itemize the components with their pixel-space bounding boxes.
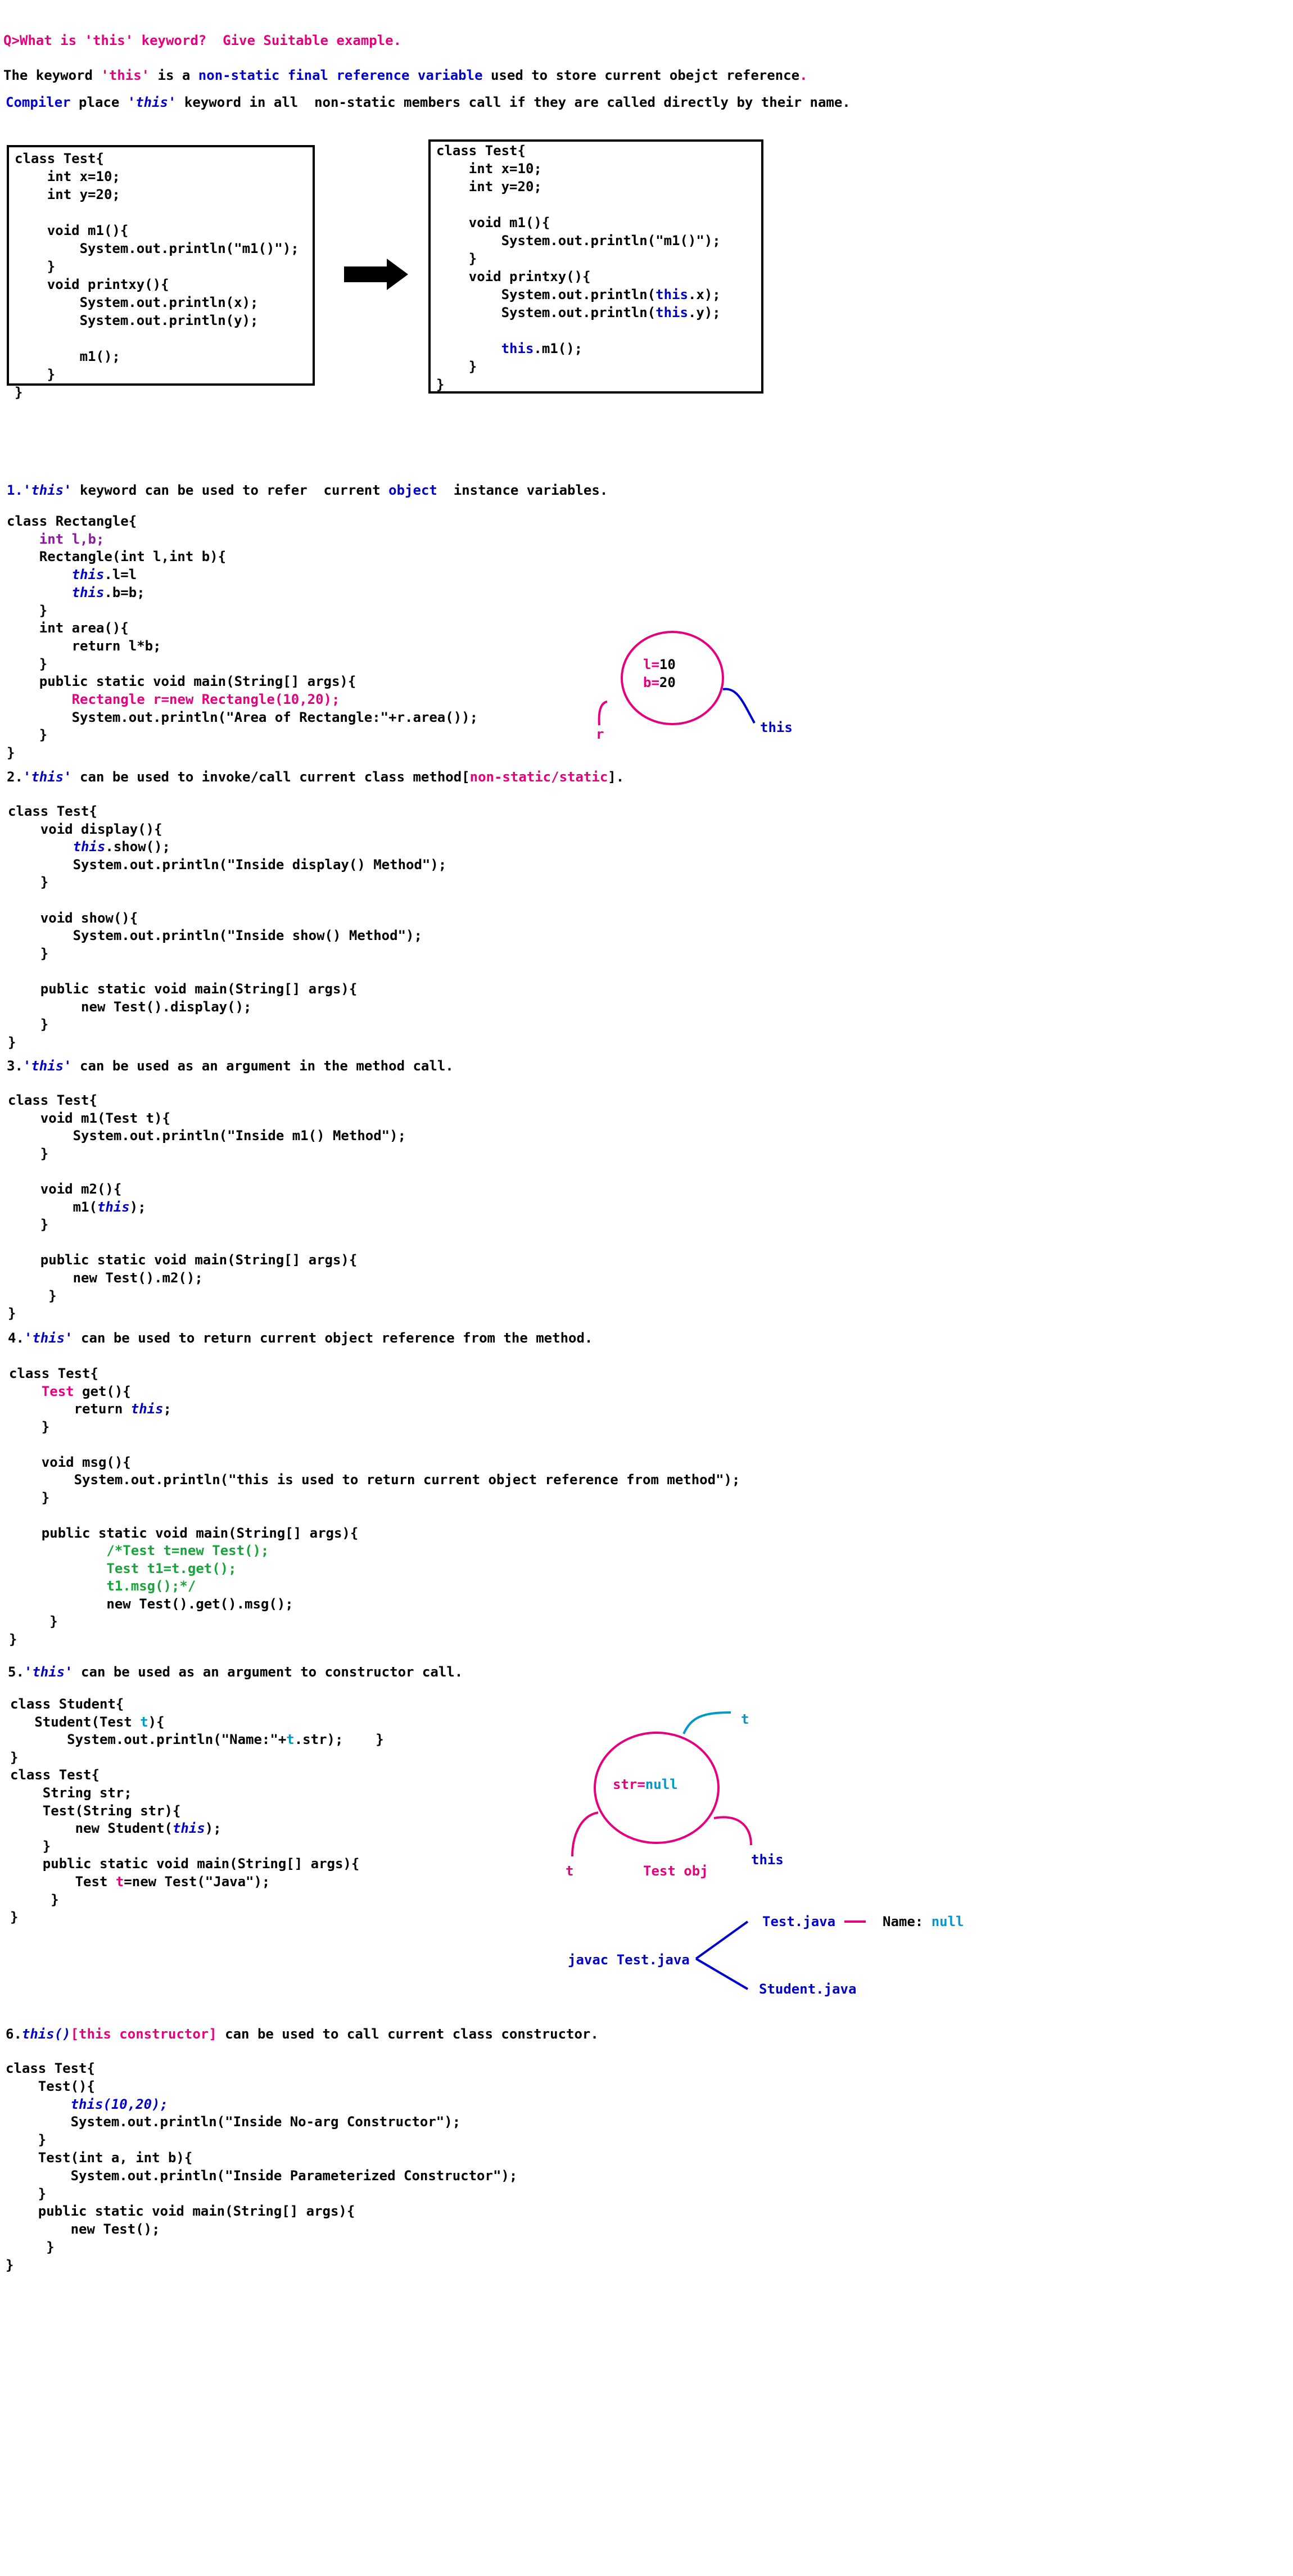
this-label: this [760,720,793,735]
test-obj-label: Test obj [643,1863,708,1879]
name-null-output: Name: null [883,1914,964,1929]
branch-to-student-java [695,1958,749,1990]
section-1-heading: 1.'this' keyword can be used to refer cu… [7,482,608,498]
str-null-label: str=null [613,1777,678,1792]
student-java-label: Student.java [759,1981,857,1997]
r-label: r [596,726,604,742]
section-6-heading: 6.this()[this constructor] can be used t… [6,2026,599,2042]
section-2-code: class Test{ void display(){ this.show();… [8,803,447,1050]
field-b-value: b=20 [643,675,676,690]
javac-command: javac Test.java [568,1952,690,1968]
code-after: class Test{ int x=10; int y=20; void m1(… [436,143,721,392]
section-5-code: class Student{ Student(Test t){ System.o… [10,1696,384,1926]
test-java-label: Test.java [762,1914,836,1929]
r-reference-line [598,701,608,726]
section-1-code: class Rectangle{ int l,b; Rectangle(int … [7,513,478,761]
t-top-line [682,1711,731,1734]
t-top-label: t [741,1711,749,1727]
section-4-code: class Test{ Test get(){ return this; } v… [9,1366,740,1647]
this-label-s5: this [751,1852,784,1868]
t-bottom-label: t [566,1863,574,1879]
field-l-value: l=10 [643,657,676,672]
section-6-code: class Test{ Test(){ this(10,20); System.… [6,2060,518,2273]
right-arrow-icon [344,259,408,290]
section-3-heading: 3.'this' can be used as an argument in t… [7,1058,454,1074]
section-2-heading: 2.'this' can be used to invoke/call curr… [7,769,625,785]
this-reference-line [722,688,756,724]
section-4-heading: 4.'this' can be used to return current o… [8,1330,593,1346]
branch-to-test-java [695,1920,749,1960]
section-5-heading: 5.'this' can be used as an argument to c… [8,1664,463,1680]
t-bottom-line [571,1811,599,1857]
section-3-code: class Test{ void m1(Test t){ System.out.… [8,1092,406,1322]
this-line [713,1816,752,1846]
